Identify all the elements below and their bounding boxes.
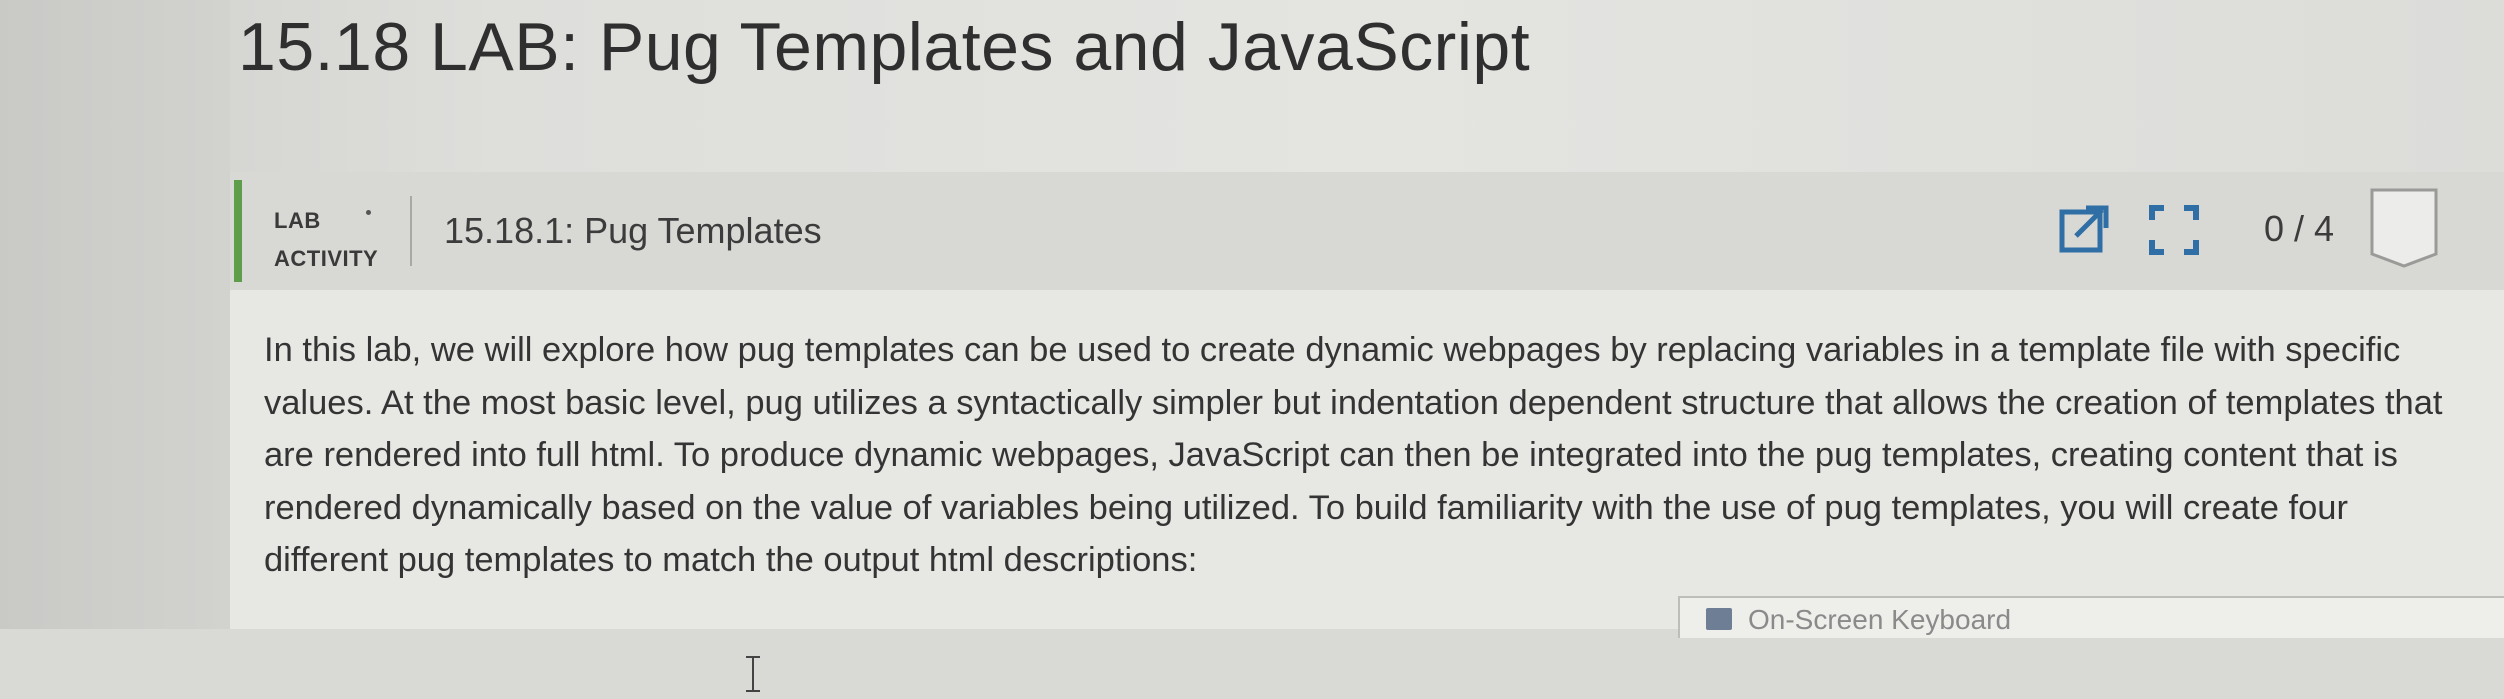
activity-title: 15.18.1: Pug Templates (444, 210, 822, 251)
page-title: 15.18 LAB: Pug Templates and JavaScript (238, 9, 1531, 85)
open-in-new-window-icon[interactable] (2058, 204, 2110, 256)
activity-score: 0 / 4 (2264, 208, 2335, 249)
left-gutter (0, 0, 230, 629)
on-screen-keyboard-label: On-Screen Keyboard (1748, 604, 2012, 635)
header-divider (410, 196, 412, 266)
activity-type-text: LAB ACTIVITY (274, 208, 379, 271)
page: 15.18 LAB: Pug Templates and JavaScript … (0, 0, 2504, 692)
lab-activity-card: LAB ACTIVITY 15.18.1: Pug Templates 0 / … (230, 172, 2504, 692)
fullscreen-icon[interactable] (2148, 204, 2200, 256)
keyboard-icon (1706, 608, 1732, 630)
activity-accent-bar (234, 180, 242, 282)
activity-header: LAB ACTIVITY 15.18.1: Pug Templates 0 / … (230, 172, 2504, 290)
completion-status-icon (2368, 186, 2440, 268)
lab-instructions: In this lab, we will explore how pug tem… (264, 331, 2443, 579)
activity-dot (366, 210, 371, 215)
activity-type-label: LAB ACTIVITY (274, 202, 378, 278)
text-cursor-icon (742, 654, 764, 694)
on-screen-keyboard-tab[interactable]: On-Screen Keyboard (1678, 596, 2504, 638)
